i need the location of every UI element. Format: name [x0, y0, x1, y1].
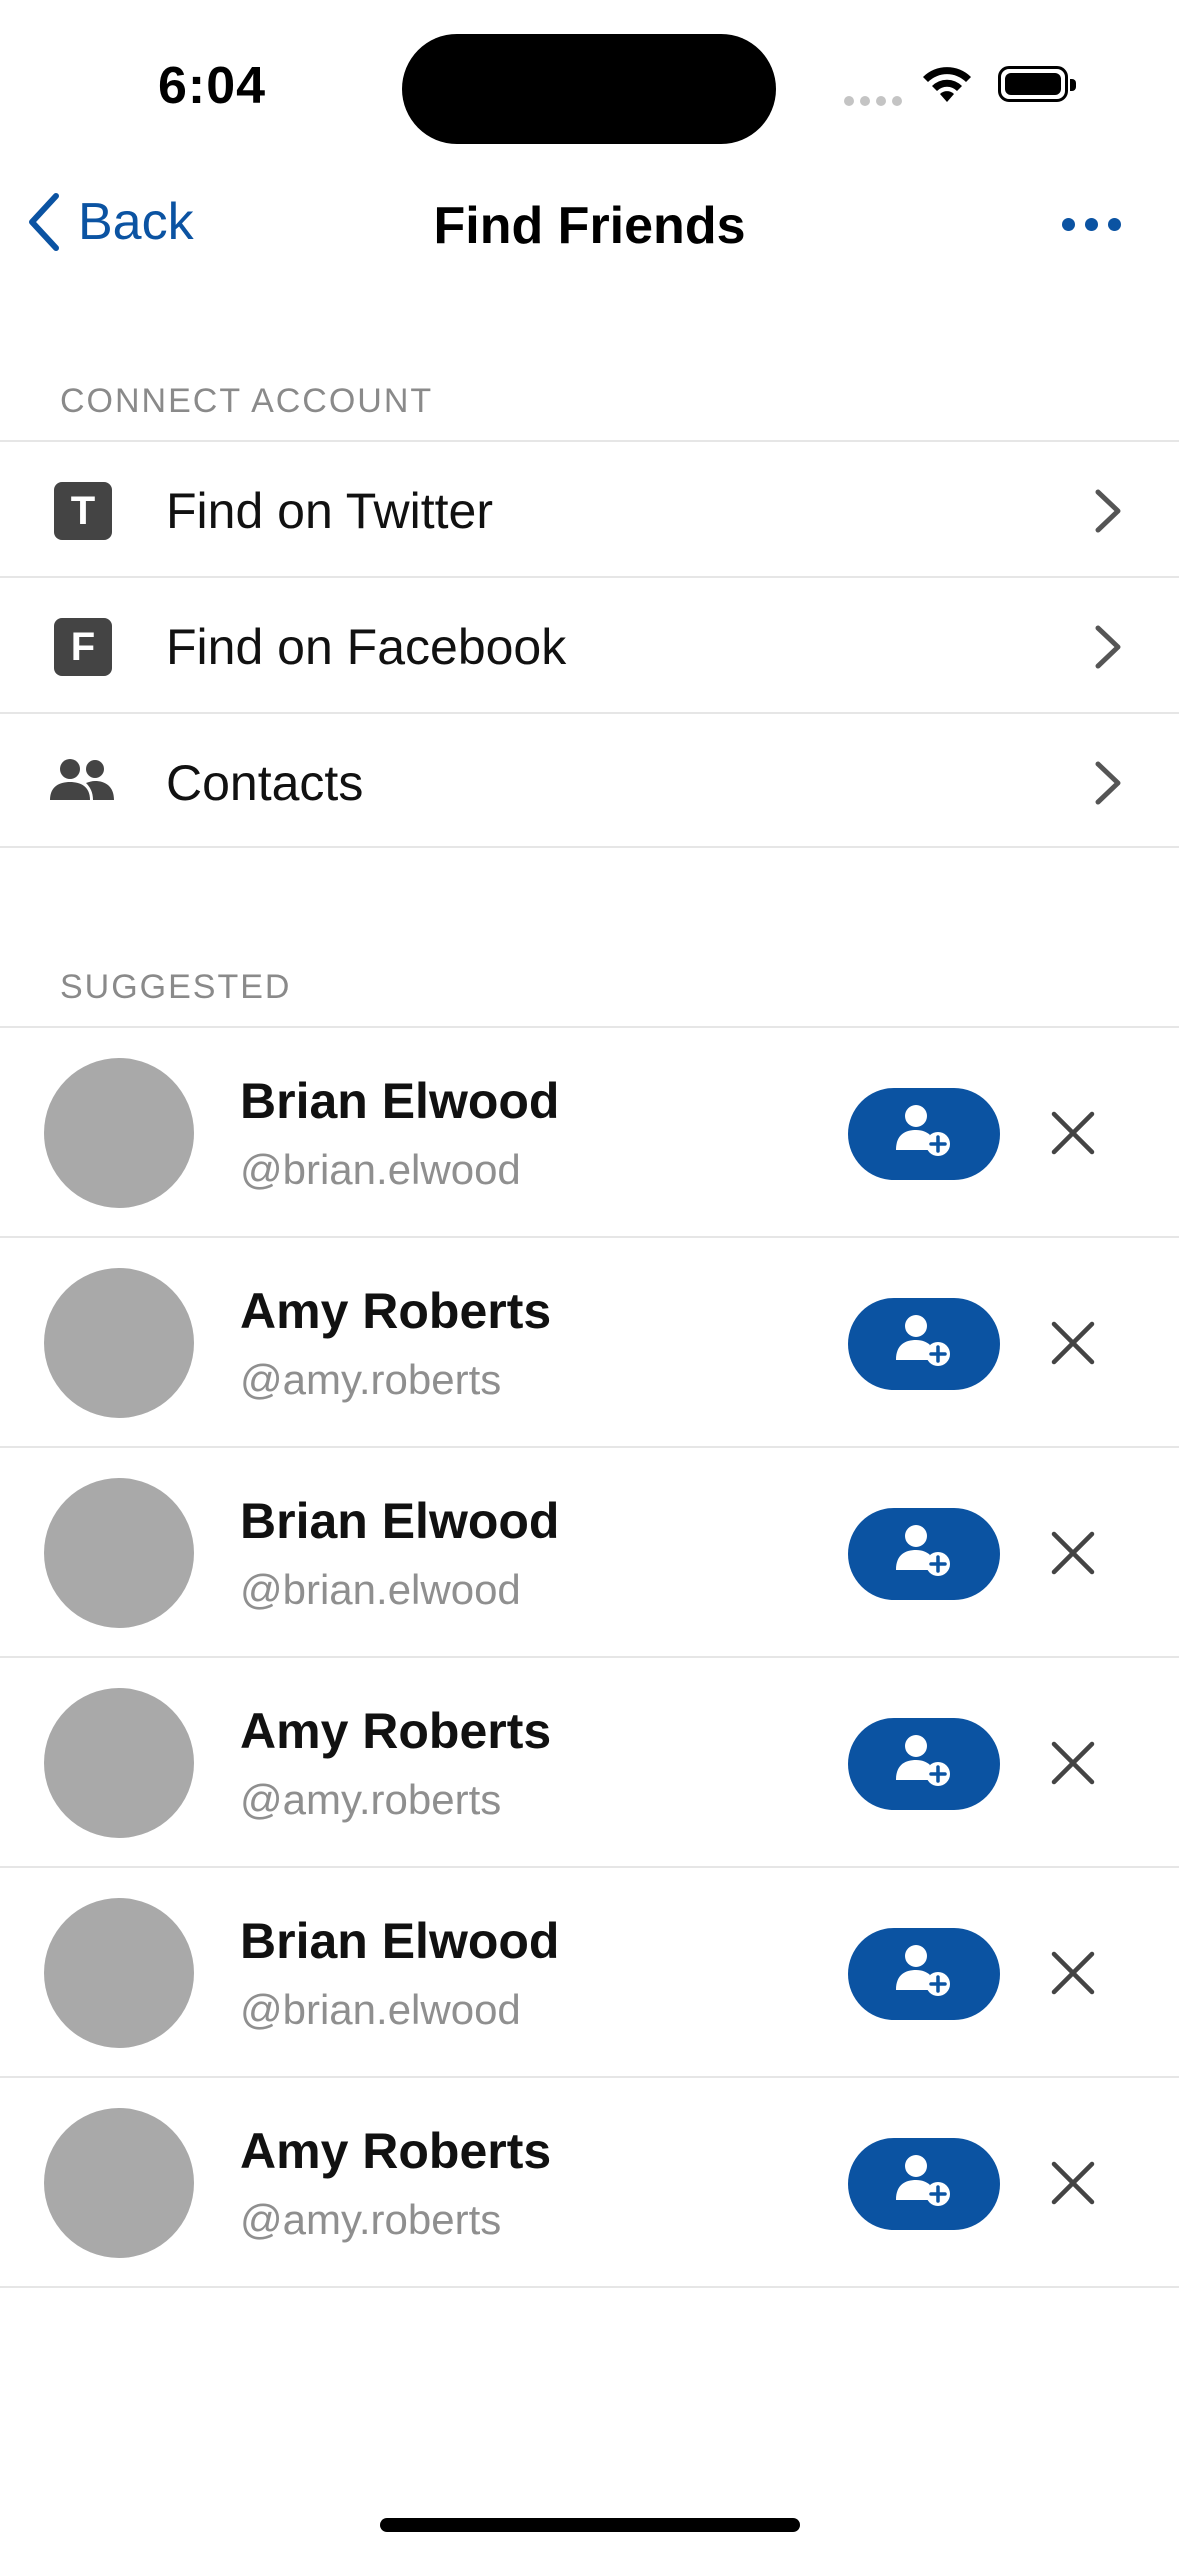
add-person-icon — [894, 1524, 954, 1585]
dismiss-suggestion-button[interactable] — [1050, 2160, 1096, 2206]
add-friend-button[interactable] — [848, 1088, 1000, 1180]
close-icon — [1050, 1531, 1096, 1580]
add-friend-button[interactable] — [848, 1298, 1000, 1390]
person-name: Amy Roberts — [240, 2123, 552, 2179]
add-friend-button[interactable] — [848, 1508, 1000, 1600]
connect-row-label: Find on Twitter — [166, 483, 494, 539]
chevron-right-icon — [1095, 625, 1121, 669]
dismiss-suggestion-button[interactable] — [1050, 1950, 1096, 1996]
avatar[interactable] — [44, 1478, 194, 1628]
person-name: Brian Elwood — [240, 1073, 560, 1129]
close-icon — [1050, 1321, 1096, 1370]
person-handle: @amy.roberts — [240, 1356, 502, 1403]
connect-row-facebook[interactable]: F Find on Facebook — [0, 578, 1179, 712]
contacts-icon — [50, 759, 114, 800]
close-icon — [1050, 1741, 1096, 1790]
chevron-right-icon — [1095, 489, 1121, 533]
person-name: Amy Roberts — [240, 1703, 552, 1759]
battery-icon — [998, 66, 1076, 102]
person-handle: @brian.elwood — [240, 1566, 521, 1613]
connect-row-label: Find on Facebook — [166, 619, 567, 675]
suggested-person-row[interactable]: Brian Elwood @brian.elwood — [0, 1448, 1179, 1658]
connect-row-twitter[interactable]: T Find on Twitter — [0, 442, 1179, 576]
person-handle: @brian.elwood — [240, 1146, 521, 1193]
add-person-icon — [894, 2154, 954, 2215]
avatar[interactable] — [44, 1268, 194, 1418]
status-bar: 6:04 — [0, 0, 1179, 170]
divider — [0, 846, 1179, 848]
dismiss-suggestion-button[interactable] — [1050, 1740, 1096, 1786]
connect-row-label: Contacts — [166, 755, 364, 811]
suggested-person-row[interactable]: Amy Roberts @amy.roberts — [0, 1658, 1179, 1868]
connect-row-contacts[interactable]: Contacts — [0, 714, 1179, 848]
add-person-icon — [894, 1944, 954, 2005]
chevron-right-icon — [1095, 761, 1121, 805]
add-person-icon — [894, 1104, 954, 1165]
divider — [0, 2286, 1179, 2288]
home-indicator — [380, 2518, 800, 2532]
section-header-suggested: SUGGESTED — [60, 968, 292, 1006]
add-friend-button[interactable] — [848, 1718, 1000, 1810]
dismiss-suggestion-button[interactable] — [1050, 1320, 1096, 1366]
dismiss-suggestion-button[interactable] — [1050, 1110, 1096, 1156]
add-friend-button[interactable] — [848, 1928, 1000, 2020]
avatar[interactable] — [44, 1898, 194, 2048]
twitter-icon: T — [54, 482, 112, 540]
person-name: Brian Elwood — [240, 1913, 560, 1969]
wifi-icon — [920, 64, 974, 109]
dynamic-island — [402, 34, 776, 144]
avatar[interactable] — [44, 1058, 194, 1208]
navigation-bar: Back Find Friends — [0, 170, 1179, 285]
close-icon — [1050, 1951, 1096, 2000]
suggested-person-row[interactable]: Brian Elwood @brian.elwood — [0, 1868, 1179, 2078]
avatar[interactable] — [44, 2108, 194, 2258]
add-person-icon — [894, 1314, 954, 1375]
facebook-icon: F — [54, 618, 112, 676]
ellipsis-icon — [1062, 218, 1075, 231]
close-icon — [1050, 2161, 1096, 2210]
person-name: Amy Roberts — [240, 1283, 552, 1339]
person-handle: @amy.roberts — [240, 2196, 502, 2243]
section-header-connect: CONNECT ACCOUNT — [60, 382, 434, 420]
suggested-person-row[interactable]: Brian Elwood @brian.elwood — [0, 1028, 1179, 1238]
avatar[interactable] — [44, 1688, 194, 1838]
suggested-person-row[interactable]: Amy Roberts @amy.roberts — [0, 1238, 1179, 1448]
dismiss-suggestion-button[interactable] — [1050, 1530, 1096, 1576]
suggested-person-row[interactable]: Amy Roberts @amy.roberts — [0, 2078, 1179, 2288]
page-title: Find Friends — [433, 197, 746, 255]
close-icon — [1050, 1111, 1096, 1160]
add-friend-button[interactable] — [848, 2138, 1000, 2230]
cellular-signal-icon — [844, 93, 908, 111]
add-person-icon — [894, 1734, 954, 1795]
person-handle: @amy.roberts — [240, 1776, 502, 1823]
person-handle: @brian.elwood — [240, 1986, 521, 2033]
more-options-button[interactable] — [1062, 218, 1121, 231]
status-time: 6:04 — [158, 57, 267, 115]
person-name: Brian Elwood — [240, 1493, 560, 1549]
